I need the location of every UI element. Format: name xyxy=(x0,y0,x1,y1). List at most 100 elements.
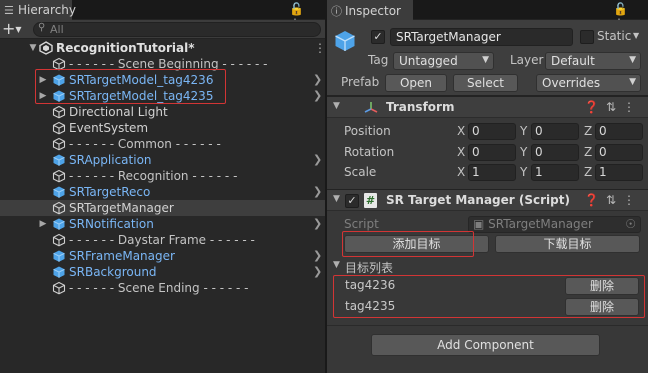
lock-icon[interactable]: 🔓 xyxy=(289,2,310,16)
axis-x-label: X xyxy=(457,124,466,138)
open-prefab-arrow-icon[interactable]: ❯ xyxy=(313,184,322,200)
hierarchy-item[interactable]: - - - - - - Scene Beginning - - - - - - xyxy=(0,56,325,72)
prefab-icon xyxy=(53,266,65,278)
position-z-field[interactable]: 0 xyxy=(595,123,643,140)
help-icon[interactable]: ❓ xyxy=(584,193,606,207)
search-icon: ⚲ xyxy=(38,22,46,33)
collapse-arrow-icon[interactable]: ▶ xyxy=(38,72,48,88)
download-target-button[interactable]: 下载目标 xyxy=(495,235,640,253)
layer-dropdown[interactable]: Default ▼ xyxy=(545,52,641,70)
target-list-label: 目标列表 xyxy=(345,261,394,275)
add-component-button[interactable]: Add Component xyxy=(371,334,600,356)
prefab-icon xyxy=(53,90,65,102)
position-x-field[interactable]: 0 xyxy=(468,123,516,140)
open-prefab-arrow-icon[interactable]: ❯ xyxy=(313,216,322,232)
tag-label: Tag xyxy=(368,53,389,67)
static-checkbox[interactable] xyxy=(580,30,594,44)
list-foldout-icon[interactable]: ▼ xyxy=(333,260,340,270)
foldout-arrow-icon[interactable]: ▼ xyxy=(333,101,340,111)
script-file-icon: ▣ xyxy=(473,217,485,231)
hierarchy-item-selected[interactable]: SRTargetManager xyxy=(0,200,325,216)
kebab-menu-icon[interactable]: ⋮ xyxy=(623,193,642,207)
gameobject-icon xyxy=(52,201,66,215)
hierarchy-toolbar: +▼ ⚲ xyxy=(0,20,325,39)
active-checkbox[interactable]: ✓ xyxy=(371,30,385,44)
rotation-x-field[interactable]: 0 xyxy=(468,144,516,161)
preset-icon[interactable]: ⇅ xyxy=(606,100,623,114)
collapse-arrow-icon[interactable]: ▶ xyxy=(38,216,48,232)
scale-y-field[interactable]: 1 xyxy=(531,164,579,181)
open-prefab-arrow-icon[interactable]: ❯ xyxy=(313,72,322,88)
hierarchy-item-label: - - - - - - Scene Ending - - - - - - xyxy=(69,281,249,295)
hierarchy-item[interactable]: - - - - - - Scene Ending - - - - - - xyxy=(0,280,325,296)
help-icon[interactable]: ❓ xyxy=(584,100,606,114)
tab-inspector[interactable]: ⓘ Inspector xyxy=(327,0,413,20)
object-picker-icon[interactable]: ☉ xyxy=(625,217,636,232)
component-enabled-checkbox[interactable]: ✓ xyxy=(345,194,359,208)
scale-z-field[interactable]: 1 xyxy=(595,164,643,181)
hierarchy-item-label: SRTargetManager xyxy=(69,201,174,215)
hierarchy-item-label: SRTargetModel_tag4236 xyxy=(69,73,214,87)
prefab-open-button[interactable]: Open xyxy=(385,74,447,92)
transform-header[interactable]: ▼ Transform ❓⇅⋮ xyxy=(327,96,648,118)
scale-label: Scale xyxy=(344,165,377,179)
hierarchy-item[interactable]: - - - - - - Common - - - - - - xyxy=(0,136,325,152)
tag-dropdown[interactable]: Untagged ▼ xyxy=(393,52,494,70)
hierarchy-item[interactable]: - - - - - - Recognition - - - - - - xyxy=(0,168,325,184)
axis-x-label: X xyxy=(457,165,466,179)
script-component-header[interactable]: ▼ ✓ # SR Target Manager (Script) ❓⇅⋮ xyxy=(327,189,648,211)
add-target-button[interactable]: 添加目标 xyxy=(344,235,489,253)
tab-hierarchy[interactable]: ☰ Hierarchy xyxy=(0,0,76,20)
preset-icon[interactable]: ⇅ xyxy=(606,193,623,207)
prefab-icon xyxy=(53,154,65,166)
open-prefab-arrow-icon[interactable]: ❯ xyxy=(313,152,322,168)
hierarchy-item[interactable]: ▶ SRTargetModel_tag4236 ❯ xyxy=(0,72,325,88)
lock-icon[interactable]: 🔓 xyxy=(613,2,634,16)
overrides-dropdown[interactable]: Overrides ▼ xyxy=(536,74,641,92)
hierarchy-item[interactable]: Directional Light xyxy=(0,104,325,120)
hierarchy-item[interactable]: SRApplication ❯ xyxy=(0,152,325,168)
position-y-field[interactable]: 0 xyxy=(531,123,579,140)
gameobject-icon xyxy=(52,105,66,119)
hierarchy-item[interactable]: SRFrameManager ❯ xyxy=(0,248,325,264)
open-prefab-arrow-icon[interactable]: ❯ xyxy=(313,248,322,264)
prefab-select-button[interactable]: Select xyxy=(453,74,518,92)
rotation-z-field[interactable]: 0 xyxy=(595,144,643,161)
rotation-y-field[interactable]: 0 xyxy=(531,144,579,161)
hierarchy-item[interactable]: SRBackground ❯ xyxy=(0,264,325,280)
open-prefab-arrow-icon[interactable]: ❯ xyxy=(313,88,322,104)
gameobject-icon xyxy=(52,121,66,135)
hierarchy-search[interactable]: ⚲ xyxy=(33,22,321,37)
prefab-icon xyxy=(53,74,65,86)
target-name: tag4236 xyxy=(345,278,396,292)
foldout-arrow-icon[interactable]: ▼ xyxy=(333,194,340,204)
kebab-menu-icon[interactable]: ⋮ xyxy=(623,100,642,114)
hierarchy-item[interactable]: SRTargetReco ❯ xyxy=(0,184,325,200)
divider-line xyxy=(327,325,648,326)
open-prefab-arrow-icon[interactable]: ❯ xyxy=(313,264,322,280)
script-component-title: SR Target Manager (Script) xyxy=(386,193,570,207)
delete-target-button[interactable]: 删除 xyxy=(565,277,639,295)
hierarchy-item[interactable]: ▶ SRTargetModel_tag4235 ❯ xyxy=(0,88,325,104)
scene-row[interactable]: ▼ RecognitionTutorial* ⋮ xyxy=(0,40,326,56)
collapse-arrow-icon[interactable]: ▶ xyxy=(38,88,48,104)
hierarchy-item-label: - - - - - - Recognition - - - - - - xyxy=(69,169,238,183)
info-icon: ⓘ xyxy=(331,5,342,18)
object-name-field[interactable]: SRTargetManager xyxy=(390,28,573,46)
hierarchy-item[interactable]: EventSystem xyxy=(0,120,325,136)
dropdown-arrow-icon: ▼ xyxy=(482,55,489,65)
search-input[interactable] xyxy=(50,23,310,36)
hierarchy-item-label: - - - - - - Scene Beginning - - - - - - xyxy=(69,57,268,71)
inspector-tabbar: ⓘInspector 🔓⋮ xyxy=(327,0,648,30)
static-dropdown-icon[interactable]: ▼ xyxy=(633,31,639,40)
delete-target-button[interactable]: 删除 xyxy=(565,298,639,316)
create-dropdown-button[interactable]: +▼ xyxy=(0,20,30,39)
target-name: tag4235 xyxy=(345,299,396,313)
hierarchy-item[interactable]: ▶ SRNotification ❯ xyxy=(0,216,325,232)
hierarchy-item-label: SRTargetReco xyxy=(69,185,151,199)
expand-arrow-icon[interactable]: ▼ xyxy=(28,40,38,56)
object-header: ✓ SRTargetManager Static ▼ Tag Untagged ▼… xyxy=(327,20,648,96)
gameobject-cube-icon xyxy=(335,31,355,51)
scale-x-field[interactable]: 1 xyxy=(468,164,516,181)
hierarchy-item[interactable]: - - - - - - Daystar Frame - - - - - - xyxy=(0,232,325,248)
